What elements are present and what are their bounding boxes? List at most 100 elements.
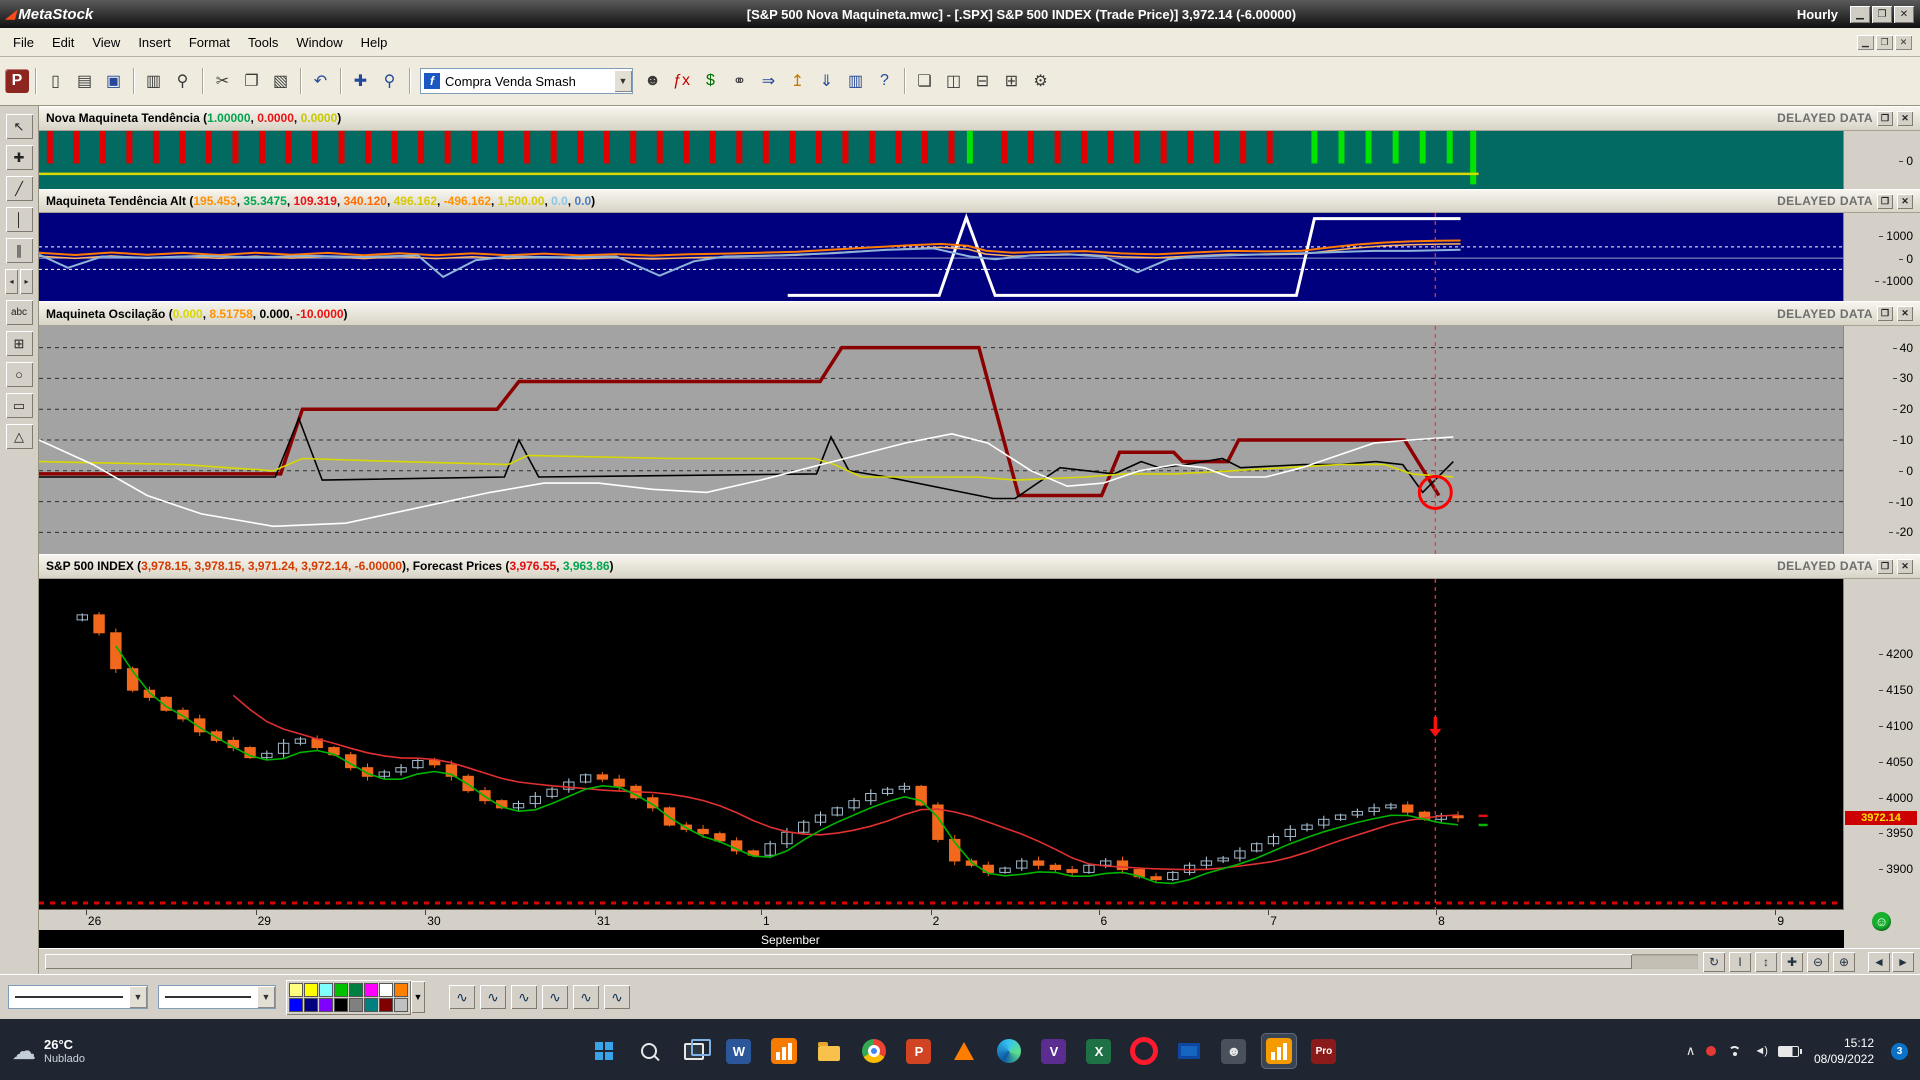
palette-color-3[interactable] xyxy=(319,983,333,997)
panel-restore-button[interactable]: ❐ xyxy=(1877,194,1893,209)
download-data-button[interactable]: ⇓ xyxy=(813,68,840,95)
notification-badge[interactable]: 3 xyxy=(1891,1043,1908,1060)
chevron-down-icon[interactable]: ▼ xyxy=(257,986,275,1008)
panel-scale-sp500-index[interactable]: 42004150410040504000395039003972.14 xyxy=(1843,579,1920,909)
upload-chart-button[interactable]: ↥ xyxy=(784,68,811,95)
scrollbar-thumb[interactable] xyxy=(45,954,1632,969)
taskbar-search-icon[interactable] xyxy=(631,1033,667,1069)
panel-scale-maquineta-oscilacao[interactable]: 403020100-10-20 xyxy=(1843,326,1920,554)
trendline-tool-button[interactable]: ╱ xyxy=(6,176,33,201)
panel-restore-button[interactable]: ❐ xyxy=(1877,559,1893,574)
palette-color-7[interactable] xyxy=(379,983,393,997)
palette-color-4[interactable] xyxy=(334,983,348,997)
taskbar-clock[interactable]: 15:12 08/09/2022 xyxy=(1814,1035,1874,1067)
palette-color-5[interactable] xyxy=(349,983,363,997)
page-setup-button[interactable]: ▥ xyxy=(140,68,167,95)
chart-preset-3-button[interactable]: ∿ xyxy=(511,985,537,1009)
panel-chart-nova-maquineta-tendencia[interactable] xyxy=(39,131,1843,189)
scroll-back-forward-next-button[interactable]: ▸ xyxy=(20,269,33,294)
taskbar-vlc-icon[interactable] xyxy=(946,1033,982,1069)
menu-help[interactable]: Help xyxy=(352,31,397,54)
scroll-left-button[interactable]: ◄ xyxy=(1868,952,1890,972)
menu-edit[interactable]: Edit xyxy=(43,31,83,54)
panel-scale-maquineta-tendencia-alt[interactable]: 10000-1000 xyxy=(1843,213,1920,301)
ellipse-tool-button[interactable]: ○ xyxy=(6,362,33,387)
panel-chart-sp500-index[interactable] xyxy=(39,579,1843,909)
panel-header-maquineta-oscilacao[interactable]: Maquineta Oscilação (0.000, 8.51758, 0.0… xyxy=(39,301,1920,326)
palette-color-14[interactable] xyxy=(364,998,378,1012)
workspace-settings-button[interactable]: ⚙ xyxy=(1027,68,1054,95)
copy-button[interactable]: ❐ xyxy=(238,68,265,95)
palette-color-9[interactable] xyxy=(289,998,303,1012)
palette-color-2[interactable] xyxy=(304,983,318,997)
taskbar-start-icon[interactable] xyxy=(586,1033,622,1069)
print-preview-button[interactable]: ⚲ xyxy=(169,68,196,95)
minimize-child-button[interactable]: ▁ xyxy=(1857,35,1874,50)
palette-color-1[interactable] xyxy=(289,983,303,997)
zoom-out-button[interactable]: ⊖ xyxy=(1807,952,1829,972)
triangle-tool-button[interactable]: △ xyxy=(6,424,33,449)
chart-preset-2-button[interactable]: ∿ xyxy=(480,985,506,1009)
taskbar-chrome-icon[interactable] xyxy=(856,1033,892,1069)
palette-color-15[interactable] xyxy=(379,998,393,1012)
palette-color-6[interactable] xyxy=(364,983,378,997)
pointer-move-button[interactable]: ✚ xyxy=(347,68,374,95)
panel-close-button[interactable]: ✕ xyxy=(1897,111,1913,126)
panel-header-sp500-index[interactable]: S&P 500 INDEX (3,978.15, 3,978.15, 3,971… xyxy=(39,554,1920,579)
menu-format[interactable]: Format xyxy=(180,31,239,54)
zoom-button[interactable]: ⚲ xyxy=(376,68,403,95)
taskbar-media-app-icon[interactable] xyxy=(1171,1033,1207,1069)
scroll-back-forward-prev-button[interactable]: ◂ xyxy=(5,269,18,294)
horizontal-scrollbar[interactable] xyxy=(45,954,1698,969)
forecast-button[interactable]: ⇒ xyxy=(755,68,782,95)
tile-grid-button[interactable]: ⊞ xyxy=(998,68,1025,95)
palette-color-16[interactable] xyxy=(394,998,408,1012)
palette-color-10[interactable] xyxy=(304,998,318,1012)
close-button[interactable]: ✕ xyxy=(1894,6,1914,23)
taskbar-metastock-pro-icon[interactable]: Pro xyxy=(1306,1033,1342,1069)
palette-dropdown-arrow[interactable]: ▼ xyxy=(411,981,425,1013)
tile-horizontal-button[interactable]: ◫ xyxy=(940,68,967,95)
refresh-button[interactable]: ↻ xyxy=(1703,952,1725,972)
panel-restore-button[interactable]: ❐ xyxy=(1877,306,1893,321)
taskbar-edge-icon[interactable] xyxy=(991,1033,1027,1069)
tray-wifi-icon[interactable] xyxy=(1727,1045,1743,1058)
menu-window[interactable]: Window xyxy=(287,31,351,54)
pointer-tool-button[interactable]: ↖ xyxy=(6,114,33,139)
context-help-button[interactable]: ? xyxy=(871,68,898,95)
minimize-button[interactable]: ▁ xyxy=(1850,6,1870,23)
tray-chevron-icon[interactable]: ∧ xyxy=(1686,1043,1696,1059)
indicator-function-button[interactable]: ƒx xyxy=(668,68,695,95)
panel-chart-maquineta-oscilacao[interactable] xyxy=(39,326,1843,554)
restore-child-button[interactable]: ❐ xyxy=(1876,35,1893,50)
tray-battery-icon[interactable] xyxy=(1778,1046,1799,1057)
explorer-button[interactable]: ⚭ xyxy=(726,68,753,95)
panel-restore-button[interactable]: ❐ xyxy=(1877,111,1893,126)
open-chart-button[interactable]: ▤ xyxy=(71,68,98,95)
taskbar-weather-widget[interactable]: ☁ 26°C Nublado xyxy=(12,1037,242,1066)
maximize-button[interactable]: ❐ xyxy=(1872,6,1892,23)
chevron-down-icon[interactable]: ▼ xyxy=(129,986,147,1008)
line-style-dropdown[interactable]: ▼ xyxy=(8,985,148,1009)
taskbar-powerpoint-icon[interactable]: P xyxy=(901,1033,937,1069)
menu-insert[interactable]: Insert xyxy=(129,31,180,54)
palette-color-11[interactable] xyxy=(319,998,333,1012)
cut-button[interactable]: ✂ xyxy=(209,68,236,95)
close-child-button[interactable]: ✕ xyxy=(1895,35,1912,50)
inspect-window-button[interactable]: ▥ xyxy=(842,68,869,95)
undo-button[interactable]: ↶ xyxy=(307,68,334,95)
palette-color-13[interactable] xyxy=(349,998,363,1012)
chart-preset-4-button[interactable]: ∿ xyxy=(542,985,568,1009)
new-chart-button[interactable]: ▯ xyxy=(42,68,69,95)
taskbar-task-view-icon[interactable] xyxy=(676,1033,712,1069)
scroll-right-button[interactable]: ► xyxy=(1892,952,1914,972)
expert-advisor-button[interactable]: ☻ xyxy=(639,68,666,95)
paste-button[interactable]: ▧ xyxy=(267,68,294,95)
system-tester-button[interactable]: $ xyxy=(697,68,724,95)
panel-header-nova-maquineta-tendencia[interactable]: Nova Maquineta Tendência (1.00000, 0.000… xyxy=(39,106,1920,131)
rectangle-tool-button[interactable]: ▭ xyxy=(6,393,33,418)
cascade-windows-button[interactable]: ❏ xyxy=(911,68,938,95)
channel-tool-button[interactable]: ∥ xyxy=(6,238,33,263)
taskbar-file-explorer-icon[interactable] xyxy=(811,1033,847,1069)
taskbar-excel-icon[interactable]: X xyxy=(1081,1033,1117,1069)
